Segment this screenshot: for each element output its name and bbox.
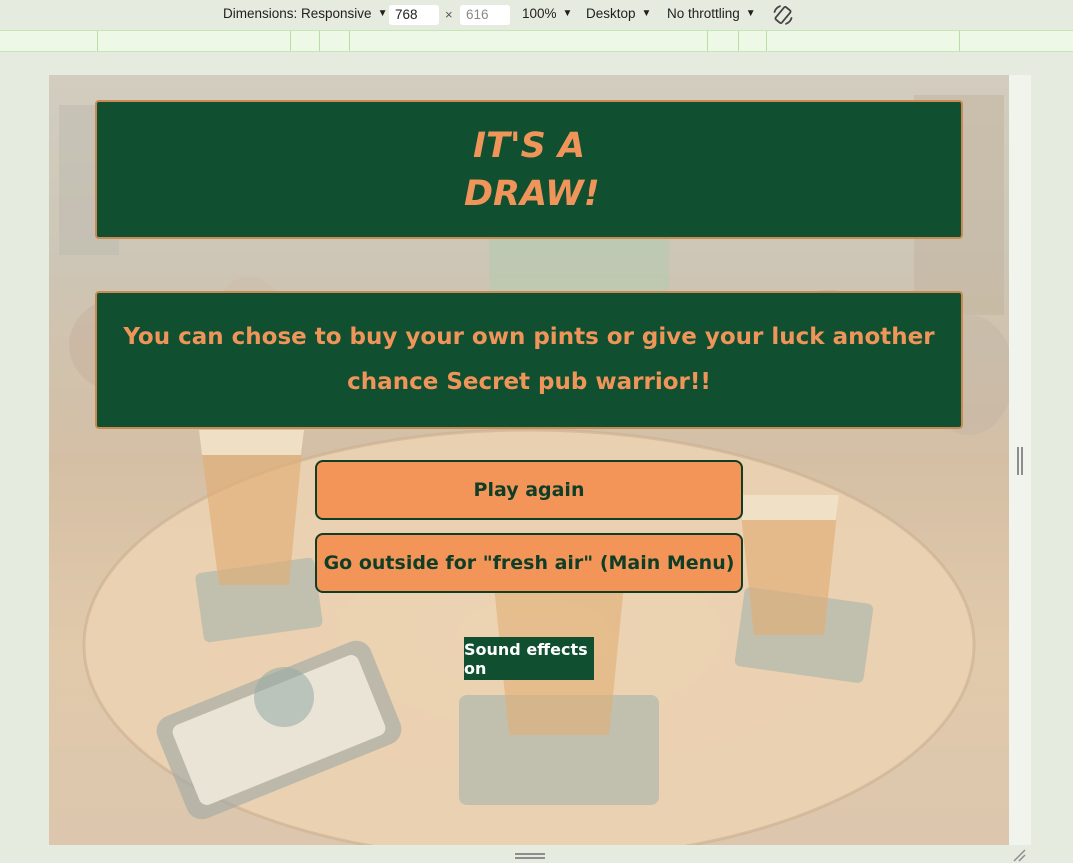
media-query-marker: [766, 31, 767, 51]
zoom-label: 100%: [522, 6, 557, 21]
media-query-marker: [349, 31, 350, 51]
result-title-panel: IT'S A DRAW!: [95, 100, 963, 239]
dimensions-label: Dimensions: Responsive: [223, 6, 372, 21]
result-message-panel: You can chose to buy your own pints or g…: [95, 291, 963, 429]
media-query-marker: [707, 31, 708, 51]
devtools-device-toolbar: Dimensions: Responsive ▼ 768 × 616 100% …: [0, 0, 1073, 30]
zoom-dropdown[interactable]: 100% ▼: [522, 6, 572, 21]
media-query-marker: [97, 31, 98, 51]
caret-down-icon: ▼: [745, 8, 756, 19]
rotate-icon[interactable]: [771, 3, 795, 27]
resize-handle-right[interactable]: [1017, 447, 1023, 475]
play-again-button[interactable]: Play again: [315, 460, 743, 520]
sound-effects-toggle[interactable]: Sound effects on: [464, 637, 594, 680]
width-input[interactable]: 768: [389, 5, 439, 25]
main-menu-button[interactable]: Go outside for "fresh air" (Main Menu): [315, 533, 743, 593]
caret-down-icon: ▼: [641, 8, 652, 19]
times-symbol: ×: [445, 7, 453, 22]
device-mode-dropdown[interactable]: Desktop ▼: [586, 6, 651, 21]
dimensions-dropdown[interactable]: Dimensions: Responsive ▼: [223, 6, 387, 21]
result-title: IT'S A DRAW!: [464, 125, 600, 214]
height-input[interactable]: 616: [460, 5, 510, 25]
result-message: You can chose to buy your own pints or g…: [123, 324, 935, 395]
device-mode-label: Desktop: [586, 6, 636, 21]
resize-handle-bottom[interactable]: [515, 853, 545, 859]
emulated-viewport: IT'S A DRAW! You can chose to buy your o…: [49, 75, 1009, 845]
resize-corner-icon[interactable]: [1012, 848, 1026, 862]
media-query-marker: [738, 31, 739, 51]
caret-down-icon: ▼: [562, 8, 573, 19]
media-query-bar[interactable]: [0, 30, 1073, 52]
throttling-label: No throttling: [667, 6, 740, 21]
media-query-marker: [290, 31, 291, 51]
caret-down-icon: ▼: [377, 8, 388, 19]
media-query-marker: [319, 31, 320, 51]
throttling-dropdown[interactable]: No throttling ▼: [667, 6, 756, 21]
media-query-marker: [959, 31, 960, 51]
